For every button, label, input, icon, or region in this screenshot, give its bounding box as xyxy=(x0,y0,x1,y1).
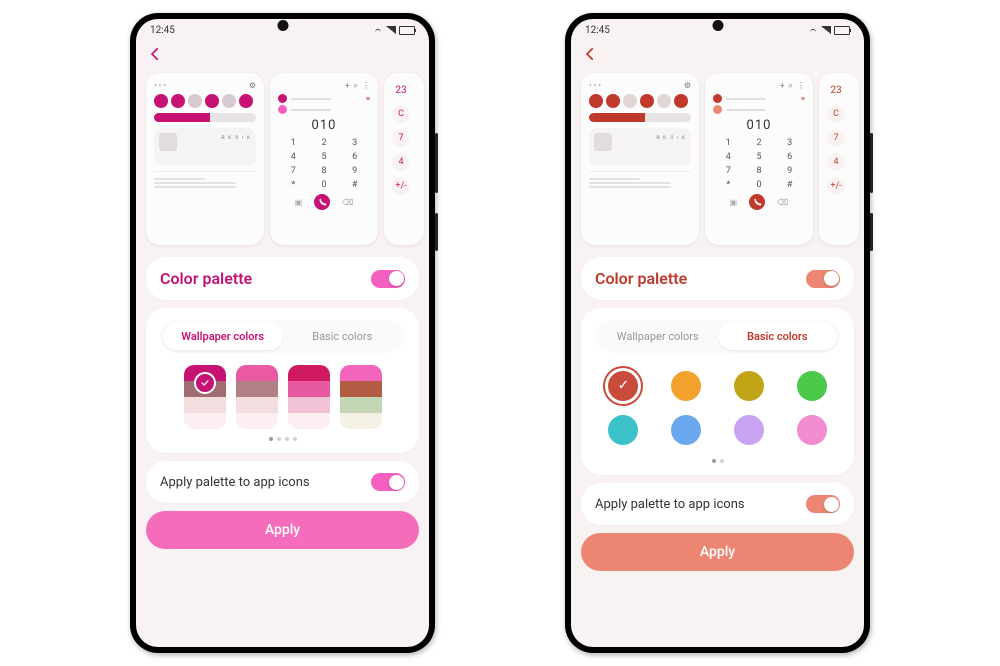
tab-wallpaper-colors[interactable]: Wallpaper colors xyxy=(163,323,283,350)
keypad-key: 4 xyxy=(291,152,296,162)
keypad-key: 4 xyxy=(726,152,731,162)
palette-swatch[interactable] xyxy=(288,365,330,429)
keypad-key: 1 xyxy=(726,138,731,148)
video-call-icon: ▣ xyxy=(295,198,303,207)
plus-icon: + xyxy=(780,81,785,91)
palette-picker-panel: Wallpaper colors Basic colors xyxy=(581,308,854,475)
plus-icon: + xyxy=(345,81,350,91)
keypad-key: # xyxy=(787,180,793,190)
basic-color-grid xyxy=(595,365,840,451)
front-camera xyxy=(712,20,723,31)
back-button[interactable] xyxy=(136,41,429,69)
video-call-icon: ▣ xyxy=(730,198,738,207)
color-dot[interactable] xyxy=(792,410,832,450)
keypad-key: 0 xyxy=(321,180,326,190)
color-palette-title: Color palette xyxy=(160,269,252,288)
color-palette-title: Color palette xyxy=(595,269,687,288)
keypad-key: 1 xyxy=(291,138,296,148)
color-palette-panel: Color palette xyxy=(581,257,854,300)
palette-swatch[interactable] xyxy=(236,365,278,429)
keypad-key: 8 xyxy=(321,166,326,176)
color-dot[interactable] xyxy=(603,410,643,450)
phone-mock-red: 12:45 • • •⚙ ʀ ᴋ ॥ › ᴋ +⌕⋮ ≡ 010 1234567… xyxy=(565,13,870,653)
color-palette-toggle[interactable] xyxy=(371,270,405,288)
preview-calculator: 23C74+/- xyxy=(819,73,859,245)
wifi-icon xyxy=(808,26,818,34)
backspace-icon: ⌫ xyxy=(342,198,353,207)
call-button xyxy=(749,194,765,210)
keypad-key: # xyxy=(352,180,358,190)
keypad-key: 2 xyxy=(756,138,761,148)
keypad-key: 5 xyxy=(321,152,326,162)
preview-calculator: 23C74+/- xyxy=(384,73,424,245)
keypad-key: 8 xyxy=(756,166,761,176)
theme-preview-carousel[interactable]: • • •⚙ ʀ ᴋ ॥ › ᴋ +⌕⋮ ≡ 010 123456789*0# … xyxy=(136,69,429,257)
color-dot[interactable] xyxy=(666,410,706,450)
dialed-number: 010 xyxy=(278,118,370,133)
keypad-key: * xyxy=(291,180,295,190)
keypad-key: 7 xyxy=(726,166,731,176)
battery-icon xyxy=(399,26,415,35)
theme-preview-carousel[interactable]: • • •⚙ ʀ ᴋ ॥ › ᴋ +⌕⋮ ≡ 010 123456789*0# … xyxy=(571,69,864,257)
palette-picker-panel: Wallpaper colors Basic colors xyxy=(146,308,419,453)
color-dot[interactable] xyxy=(666,366,706,406)
apply-to-icons-panel: Apply palette to app icons xyxy=(581,483,854,525)
call-button xyxy=(314,194,330,210)
keypad-key: 0 xyxy=(756,180,761,190)
tab-basic-colors[interactable]: Basic colors xyxy=(283,323,403,350)
wallpaper-swatches xyxy=(160,365,405,429)
status-time: 12:45 xyxy=(150,25,175,36)
preview-quick-panel: • • •⚙ ʀ ᴋ ॥ › ᴋ xyxy=(146,73,264,245)
phone-mock-pink: 12:45 • • •⚙ ʀ ᴋ ॥ › ᴋ +⌕⋮ ≡ 010 1234567… xyxy=(130,13,435,653)
keypad-key: 3 xyxy=(787,138,792,148)
keypad-key: 6 xyxy=(787,152,792,162)
color-palette-toggle[interactable] xyxy=(806,270,840,288)
signal-icon xyxy=(386,26,396,34)
tab-wallpaper-colors[interactable]: Wallpaper colors xyxy=(598,323,718,350)
keypad-key: 7 xyxy=(291,166,296,176)
status-time: 12:45 xyxy=(585,25,610,36)
search-icon: ⌕ xyxy=(354,81,358,91)
apply-button[interactable]: Apply xyxy=(581,533,854,571)
back-button[interactable] xyxy=(571,41,864,69)
preview-quick-panel: • • •⚙ ʀ ᴋ ॥ › ᴋ xyxy=(581,73,699,245)
apply-to-icons-panel: Apply palette to app icons xyxy=(146,461,419,503)
keypad-key: 6 xyxy=(352,152,357,162)
gear-icon: ⚙ xyxy=(684,81,691,90)
preview-dialer: +⌕⋮ ≡ 010 123456789*0# ▣ ⌫ xyxy=(705,73,813,245)
search-icon: ⌕ xyxy=(789,81,793,91)
signal-icon xyxy=(821,26,831,34)
color-dot[interactable] xyxy=(792,366,832,406)
keypad-key: 3 xyxy=(352,138,357,148)
apply-to-icons-label: Apply palette to app icons xyxy=(160,475,310,490)
battery-icon xyxy=(834,26,850,35)
keypad-key: 9 xyxy=(787,166,792,176)
keypad-key: 9 xyxy=(352,166,357,176)
keypad-key: 5 xyxy=(756,152,761,162)
color-palette-panel: Color palette xyxy=(146,257,419,300)
apply-button[interactable]: Apply xyxy=(146,511,419,549)
color-dot[interactable] xyxy=(729,410,769,450)
wifi-icon xyxy=(373,26,383,34)
color-dot[interactable] xyxy=(729,366,769,406)
preview-dialer: +⌕⋮ ≡ 010 123456789*0# ▣ ⌫ xyxy=(270,73,378,245)
apply-to-icons-toggle[interactable] xyxy=(371,473,405,491)
palette-tabs: Wallpaper colors Basic colors xyxy=(160,320,405,353)
keypad-key: 2 xyxy=(321,138,326,148)
tab-basic-colors[interactable]: Basic colors xyxy=(718,323,838,350)
palette-swatch[interactable] xyxy=(340,365,382,429)
palette-tabs: Wallpaper colors Basic colors xyxy=(595,320,840,353)
dialed-number: 010 xyxy=(713,118,805,133)
pager xyxy=(160,437,405,441)
backspace-icon: ⌫ xyxy=(777,198,788,207)
apply-to-icons-label: Apply palette to app icons xyxy=(595,497,745,512)
apply-to-icons-toggle[interactable] xyxy=(806,495,840,513)
keypad-key: * xyxy=(726,180,730,190)
gear-icon: ⚙ xyxy=(249,81,256,90)
pager xyxy=(595,459,840,463)
front-camera xyxy=(277,20,288,31)
color-dot[interactable] xyxy=(603,366,643,406)
palette-swatch[interactable] xyxy=(184,365,226,429)
